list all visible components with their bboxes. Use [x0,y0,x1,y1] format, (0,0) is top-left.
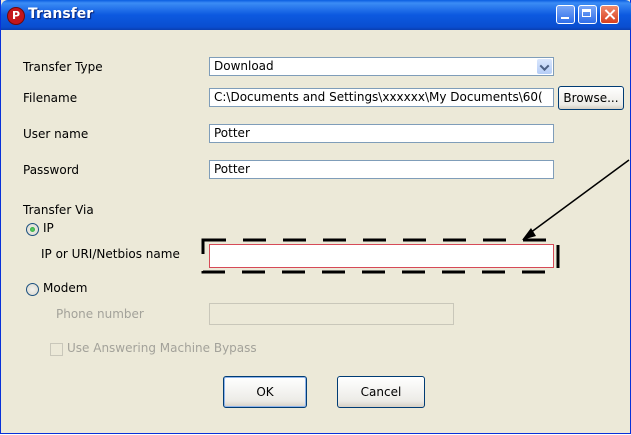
window-title: Transfer [28,6,94,22]
phone-number-field[interactable] [209,303,454,325]
chevron-down-icon[interactable] [537,59,552,74]
browse-button[interactable]: Browse... [558,86,624,110]
username-label: User name [23,127,89,141]
password-value: Potter [214,162,250,176]
close-icon[interactable] [600,5,619,24]
ok-button[interactable]: OK [223,376,307,408]
transfer-via-label: Transfer Via [23,203,94,217]
minimize-icon[interactable] [556,5,575,24]
cancel-button[interactable]: Cancel [337,376,425,408]
phone-number-label: Phone number [56,307,144,321]
ip-radio[interactable] [26,223,39,236]
filename-label: Filename [23,91,78,105]
maximize-icon[interactable] [578,5,597,24]
bypass-label[interactable]: Use Answering Machine Bypass [67,341,257,355]
filename-field[interactable]: C:\Documents and Settings\xxxxxx\My Docu… [209,88,554,107]
dialog-content: Transfer Type Download Filename C:\Docum… [4,30,630,430]
password-field[interactable]: Potter [209,160,554,179]
modem-radio-label[interactable]: Modem [43,281,87,295]
ip-address-field[interactable] [209,244,554,268]
bypass-checkbox[interactable] [50,343,63,356]
transfer-type-label: Transfer Type [23,60,103,74]
transfer-type-value: Download [214,59,274,73]
app-icon: P [7,7,25,25]
password-label: Password [23,163,80,177]
filename-value: C:\Documents and Settings\xxxxxx\My Docu… [214,90,543,104]
title-bar[interactable]: P Transfer [1,0,631,30]
username-field[interactable]: Potter [209,124,554,143]
transfer-type-select[interactable]: Download [209,57,554,76]
transfer-dialog: P Transfer Transfer Type Download Filena… [0,0,631,434]
modem-radio[interactable] [26,283,39,296]
ip-field-label: IP or URI/Netbios name [41,247,180,261]
username-value: Potter [214,126,250,140]
ip-radio-label[interactable]: IP [43,221,54,235]
